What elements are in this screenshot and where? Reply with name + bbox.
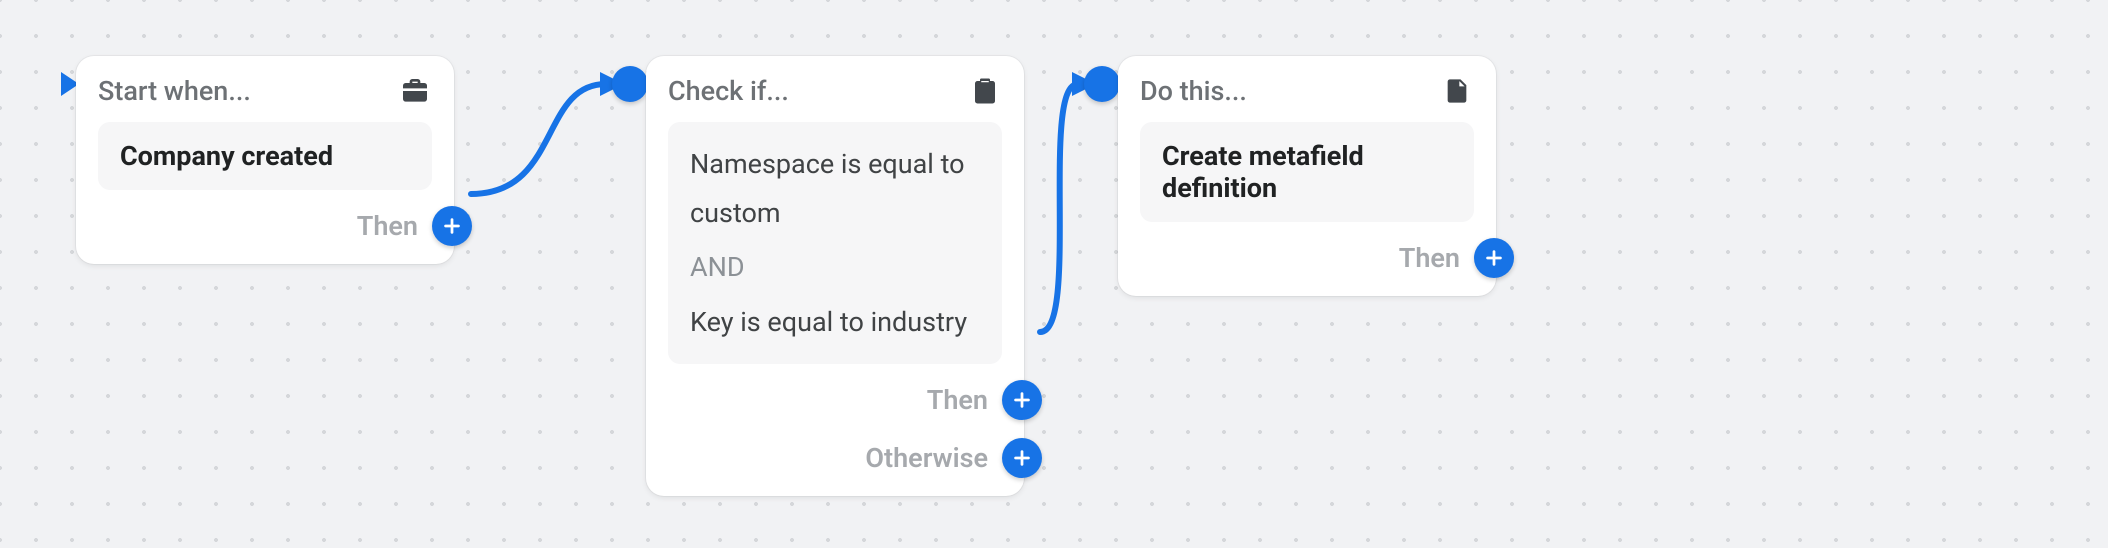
- condition-header: Check if...: [668, 74, 1002, 108]
- action-entry-dot: [1084, 66, 1120, 102]
- trigger-header: Start when...: [98, 74, 432, 108]
- condition-joiner: AND: [690, 243, 980, 292]
- add-after-action-button[interactable]: [1474, 238, 1514, 278]
- condition-line-2: Key is equal to industry: [690, 306, 967, 338]
- condition-line-1: Namespace is equal to custom: [690, 148, 965, 229]
- add-after-condition-otherwise-button[interactable]: [1002, 438, 1042, 478]
- trigger-content: Company created: [98, 122, 432, 190]
- clipboard-check-icon: [968, 74, 1002, 108]
- condition-output-otherwise-label: Otherwise: [865, 442, 988, 474]
- action-header-label: Do this...: [1140, 75, 1247, 107]
- condition-content: Namespace is equal to custom AND Key is …: [668, 122, 1002, 364]
- action-header: Do this...: [1140, 74, 1474, 108]
- add-after-trigger-button[interactable]: [432, 206, 472, 246]
- trigger-card[interactable]: Start when... Company created Then: [76, 56, 454, 264]
- condition-card[interactable]: Check if... Namespace is equal to custom…: [646, 56, 1024, 496]
- condition-header-label: Check if...: [668, 75, 789, 107]
- action-content: Create metafield definition: [1140, 122, 1474, 222]
- action-output-then: Then: [1399, 238, 1514, 278]
- add-after-condition-then-button[interactable]: [1002, 380, 1042, 420]
- trigger-output-then: Then: [357, 206, 472, 246]
- condition-output-then-label: Then: [927, 384, 988, 416]
- action-card[interactable]: Do this... Create metafield definition T…: [1118, 56, 1496, 296]
- action-output-then-label: Then: [1399, 242, 1460, 274]
- trigger-header-label: Start when...: [98, 75, 251, 107]
- document-icon: [1440, 74, 1474, 108]
- condition-entry-dot: [612, 66, 648, 102]
- briefcase-icon: [398, 74, 432, 108]
- condition-output-otherwise: Otherwise: [865, 438, 1042, 478]
- trigger-output-then-label: Then: [357, 210, 418, 242]
- condition-output-then: Then: [927, 380, 1042, 420]
